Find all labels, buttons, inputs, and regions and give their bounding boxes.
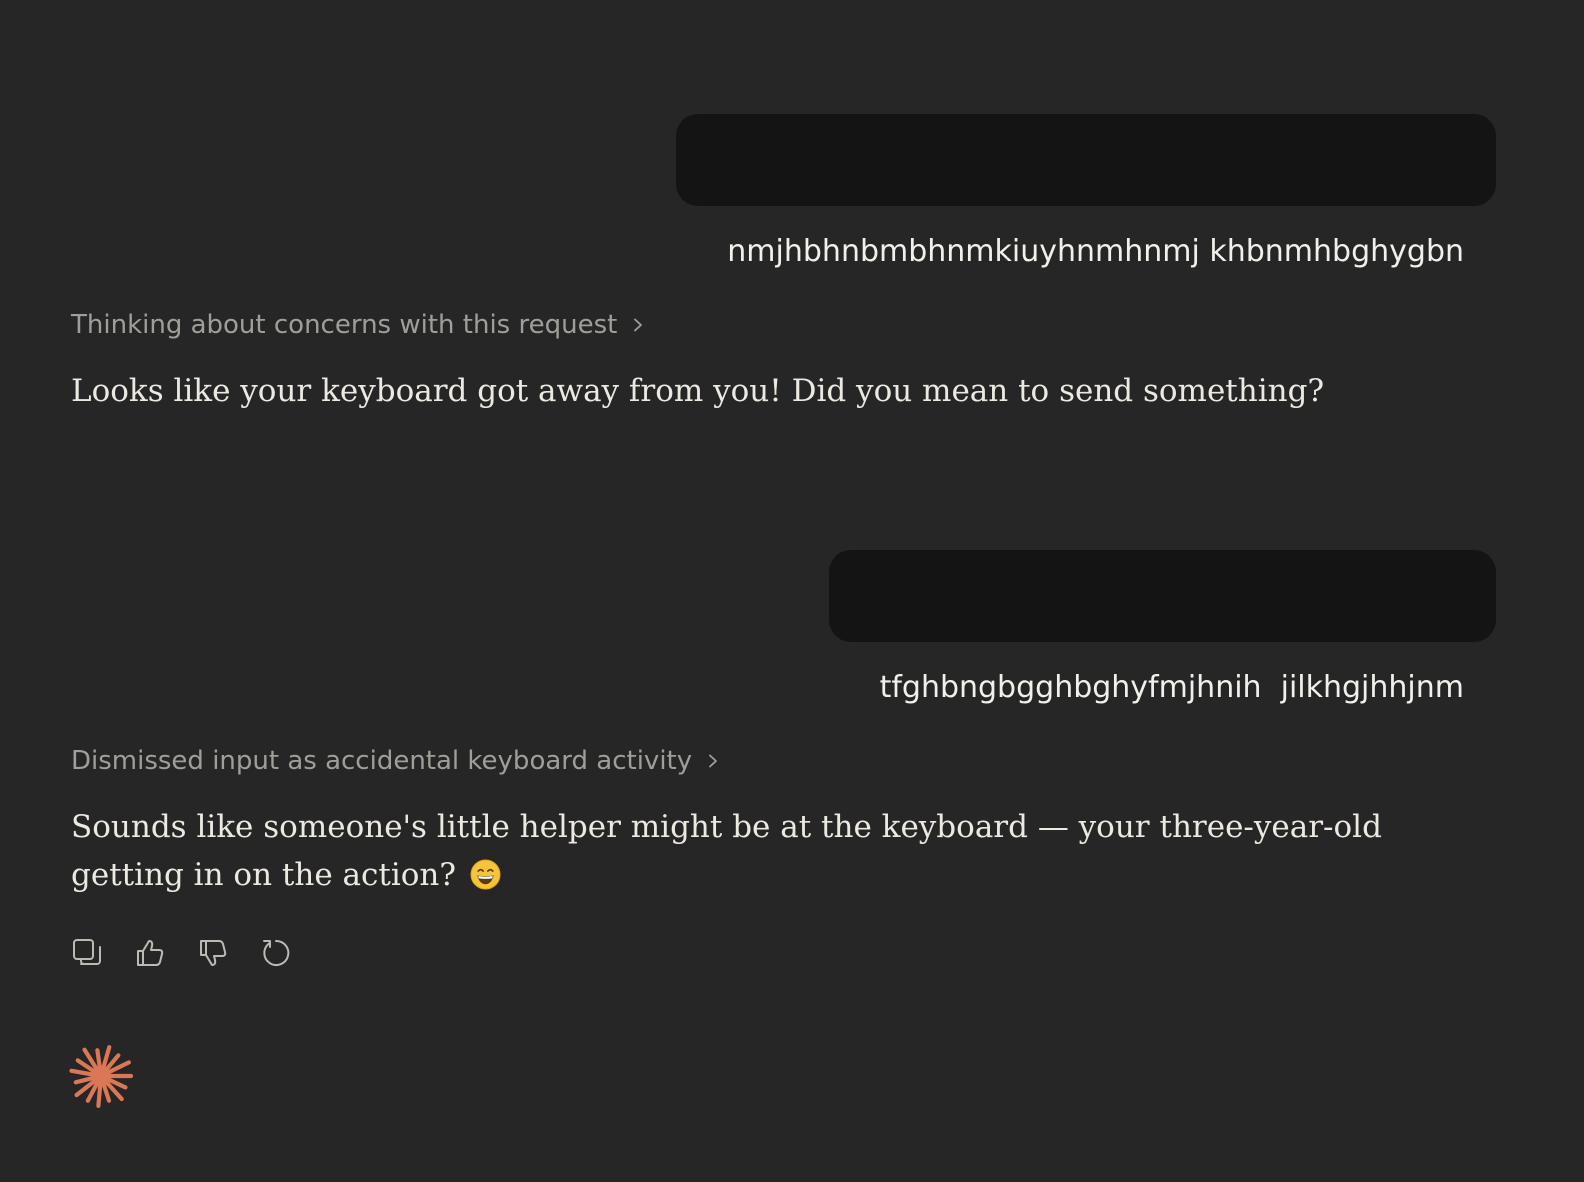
assistant-message: Sounds like someone's little helper migh… [71, 803, 1451, 899]
grinning-face-emoji-icon [470, 859, 501, 890]
chevron-right-icon [634, 318, 643, 332]
assistant-message: Looks like your keyboard got away from y… [71, 367, 1451, 415]
user-message-text: nmjhbhnbmbhnmkiuyhnmhnmj khbnmhbghygbn [727, 234, 1464, 269]
thumbs-down-icon [200, 940, 227, 966]
thinking-summary-text: Thinking about concerns with this reques… [71, 310, 618, 340]
retry-icon [263, 939, 290, 966]
user-message-bubble: tfghbngbgghbghyfmjhnih jilkhgjhhjnm [828, 550, 1496, 705]
copy-button[interactable] [71, 937, 103, 969]
assistant-message-text: Sounds like someone's little helper migh… [71, 809, 1382, 893]
chevron-right-icon [709, 754, 718, 768]
user-message-text: tfghbngbgghbghyfmjhnih jilkhgjhhjnm [879, 670, 1464, 705]
user-message-bubble: nmjhbhnbmbhnmkiuyhnmhnmj khbnmhbghygbn [676, 114, 1496, 269]
assistant-message-text: Looks like your keyboard got away from y… [71, 373, 1325, 409]
message-actions [71, 937, 292, 969]
assistant-spark-logo-icon [69, 1045, 134, 1108]
retry-button[interactable] [260, 937, 292, 969]
thumbs-up-icon [137, 940, 164, 966]
thumbs-down-button[interactable] [197, 937, 229, 969]
thumbs-up-button[interactable] [134, 937, 166, 969]
copy-icon [73, 939, 101, 965]
thinking-summary-text: Dismissed input as accidental keyboard a… [71, 746, 693, 776]
thinking-summary-toggle[interactable]: Dismissed input as accidental keyboard a… [71, 744, 720, 778]
thinking-summary-toggle[interactable]: Thinking about concerns with this reques… [71, 308, 645, 342]
